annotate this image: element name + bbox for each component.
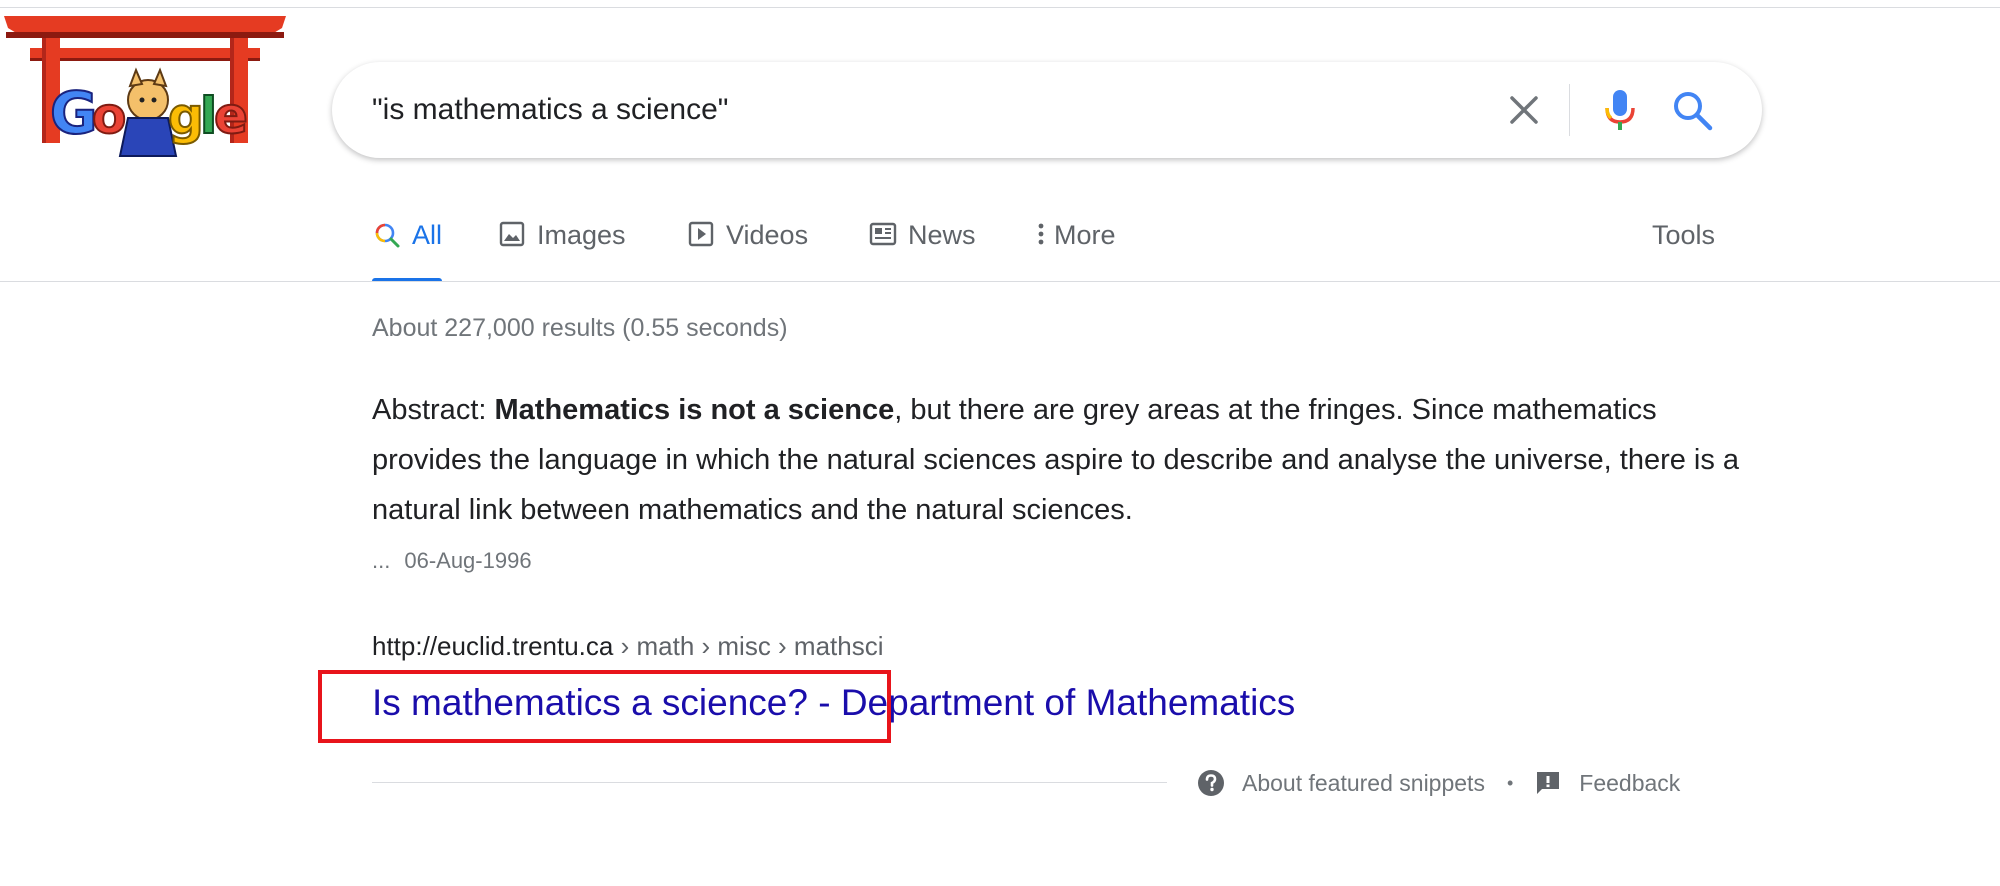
snippet-ellipsis: ... xyxy=(372,548,391,573)
tab-all[interactable]: All xyxy=(372,212,443,282)
clear-icon[interactable] xyxy=(1502,88,1546,132)
about-featured-snippets-link[interactable]: About featured snippets xyxy=(1196,768,1485,798)
snippet-date: 06-Aug-1996 xyxy=(404,548,532,573)
tools-label: Tools xyxy=(1652,220,1716,250)
snippet-bottom-divider xyxy=(372,782,1167,783)
image-icon xyxy=(499,221,525,247)
tab-label: News xyxy=(908,220,976,250)
svg-text:g: g xyxy=(168,87,204,145)
result-url[interactable]: http://euclid.trentu.ca › math › misc › … xyxy=(372,628,884,664)
tab-more[interactable]: More xyxy=(1032,212,1116,282)
news-icon xyxy=(869,222,897,246)
tab-images[interactable]: Images xyxy=(497,212,626,282)
result-stats: About 227,000 results (0.55 seconds) xyxy=(372,314,788,342)
tools-button[interactable]: Tools xyxy=(1652,212,1715,282)
snippet-date-line: ... 06-Aug-1996 xyxy=(372,544,532,578)
tab-news[interactable]: News xyxy=(868,212,976,282)
search-input[interactable] xyxy=(372,86,1472,134)
featured-snippet-text: Abstract: Mathematics is not a science, … xyxy=(372,385,1742,535)
help-icon xyxy=(1198,770,1224,796)
tabs-divider xyxy=(0,281,2000,282)
more-vert-icon xyxy=(1038,223,1044,245)
tab-label: All xyxy=(412,220,443,250)
svg-text:o: o xyxy=(92,87,126,145)
feedback-label: Feedback xyxy=(1579,769,1681,796)
feedback-icon xyxy=(1537,772,1560,794)
result-domain: http://euclid.trentu.ca xyxy=(372,631,614,661)
tab-label: More xyxy=(1054,220,1116,250)
microphone-icon[interactable] xyxy=(1594,84,1646,136)
snippet-highlight: Mathematics is not a science xyxy=(494,394,895,426)
search-box xyxy=(332,62,1762,158)
result-breadcrumbs: › math › misc › mathsci xyxy=(613,631,884,661)
footer-separator: • xyxy=(1506,772,1514,793)
search-icon xyxy=(375,223,400,248)
feedback-link[interactable]: Feedback xyxy=(1533,768,1680,798)
snippet-prefix: Abstract: xyxy=(372,394,495,426)
tab-videos[interactable]: Videos xyxy=(686,212,808,282)
google-doodle-logo[interactable]: G o g l e xyxy=(0,8,290,168)
search-icon[interactable] xyxy=(1668,86,1716,134)
search-box-divider xyxy=(1569,84,1570,136)
about-featured-snippets-label: About featured snippets xyxy=(1242,769,1485,796)
tab-label: Images xyxy=(537,220,626,250)
tab-label: Videos xyxy=(726,220,809,250)
search-results-page: G o g l e "is mathematics a science" All… xyxy=(0,0,2000,886)
top-divider xyxy=(0,7,2000,8)
play-icon xyxy=(688,221,714,247)
snippet-footer: About featured snippets • Feedback xyxy=(1196,764,1680,802)
search-tabs: All Images Videos News More Tools xyxy=(372,212,1722,282)
svg-text:G: G xyxy=(50,79,98,147)
svg-text:e: e xyxy=(214,87,248,145)
highlight-annotation-box xyxy=(318,670,891,743)
